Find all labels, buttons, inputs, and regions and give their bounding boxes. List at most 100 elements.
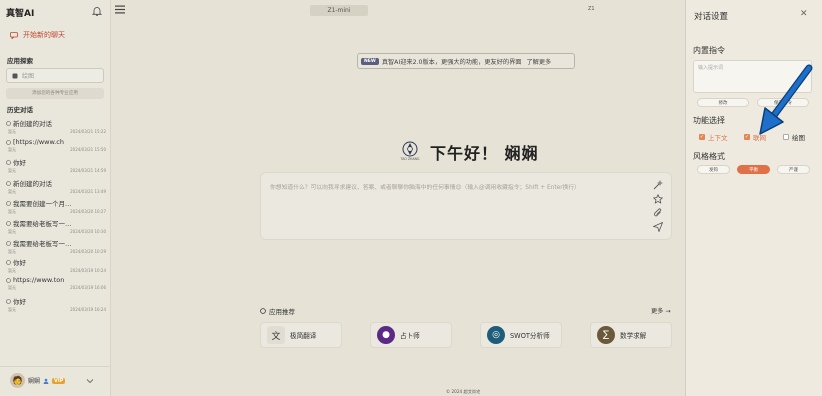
history-item[interactable]: 我需要给老板写一… 暂无 2024/03/20 10:29 [6, 238, 106, 258]
circle-icon [260, 308, 266, 314]
star-icon[interactable] [653, 194, 663, 204]
history-sub: 暂无 [8, 268, 16, 273]
history-sub: 暂无 [8, 189, 16, 194]
menu-icon[interactable] [115, 5, 125, 14]
feature-label: 上下文 [708, 134, 728, 142]
history-item[interactable]: 新创建的对话 暂无 2024/03/21 15:22 [6, 118, 106, 138]
logo-caption: TAO ZHANG [400, 157, 420, 161]
history-title: 新创建的对话 [13, 120, 52, 128]
history-item-title-row: 你好 [6, 157, 106, 167]
history-title: 我需要创建一个月… [13, 200, 72, 208]
history-icon [6, 139, 11, 145]
paperclip-icon[interactable] [653, 208, 663, 218]
history-icon [6, 298, 11, 304]
model-tag: Z1 [588, 6, 595, 12]
history-title: 你好 [13, 259, 26, 267]
history-sub: 暂无 [8, 209, 16, 214]
user-bar[interactable]: 🧑 娴娴 VIP [0, 366, 110, 394]
history-item-title-row: 我需要给老板写一… [6, 218, 106, 228]
context-checkbox[interactable]: ✓ 上下文 [699, 132, 728, 142]
close-icon[interactable]: ✕ [800, 9, 808, 19]
chat-input-placeholder: 你想知道什么？可以向我寻求建议、答案、或者聊聊你脑海中的任何事情😊（输入@调用收… [270, 185, 580, 191]
checkbox-checked-icon: ✓ [744, 134, 750, 140]
history-time: 2024/03/21 15:50 [70, 147, 106, 152]
history-time: 2024/03/21 14:59 [70, 168, 106, 173]
history-title: [https://www.ch [13, 138, 64, 146]
history-sub: 暂无 [8, 307, 16, 312]
new-chat-button[interactable]: 开始新的聊天 [10, 30, 65, 40]
avatar: 🧑 [10, 373, 25, 388]
features-label: 功能选择 [693, 116, 725, 125]
app-section-title: 应用探索 [7, 57, 33, 65]
instructions-placeholder: 输入提示词 [698, 65, 724, 71]
history-icon [6, 220, 11, 226]
history-meta: 暂无 2024/03/19 16:06 [6, 285, 106, 291]
style-option-precise[interactable]: 严谨 [777, 165, 810, 174]
app-card-swot[interactable]: ◎ SWOT分析师 [480, 322, 562, 348]
announcement-banner[interactable]: NEW 真智AI迎来2.0版本，更强大的功能，更友好的界面 了解更多 [357, 53, 575, 69]
style-option-creative[interactable]: 发钩 [697, 165, 730, 174]
copyright: © 2024 超艾尚宅 [446, 389, 481, 394]
history-meta: 暂无 2024/03/21 15:50 [6, 147, 106, 153]
banner-text: 真智AI迎来2.0版本，更强大的功能，更友好的界面 [381, 58, 522, 66]
more-link[interactable]: 更多 → [651, 306, 671, 315]
model-selector[interactable]: Z1-mini [310, 5, 368, 16]
history-item[interactable]: 你好 暂无 2024/03/19 16:24 [6, 296, 106, 316]
bell-icon[interactable] [92, 6, 102, 16]
history-icon [6, 200, 11, 206]
app-icon [12, 73, 18, 78]
style-option-balanced[interactable]: 平衡 [737, 165, 770, 174]
chat-bubble-icon [10, 31, 18, 39]
app-card-fortune[interactable]: ● 占卜师 [370, 322, 452, 348]
history-sub: 暂无 [8, 285, 16, 290]
new-badge: NEW [361, 57, 379, 65]
history-icon [6, 259, 11, 265]
history-meta: 暂无 2024/03/21 13:49 [6, 189, 106, 195]
history-icon [6, 240, 11, 246]
history-meta: 暂无 2024/03/20 10:29 [6, 249, 106, 255]
add-app-button[interactable]: 添加您的各种专业应用 [6, 88, 104, 99]
send-icon[interactable] [653, 222, 663, 232]
app-search-placeholder: 绘图 [22, 73, 35, 80]
history-title: 我需要给老板写一… [13, 220, 72, 228]
user-name: 娴娴 [28, 378, 41, 385]
app-card-label: 占卜师 [400, 332, 420, 340]
history-sub: 暂无 [8, 129, 16, 134]
history-item[interactable]: https://www.ton 暂无 2024/03/19 16:06 [6, 276, 106, 296]
history-item[interactable]: 你好 暂无 2024/03/21 14:59 [6, 157, 106, 177]
edit-button[interactable]: 修改 [697, 98, 749, 107]
history-item[interactable]: [https://www.ch 暂无 2024/03/21 15:50 [6, 138, 106, 158]
history-icon [6, 120, 11, 126]
history-title: 新创建的对话 [13, 180, 52, 188]
app-card-translate[interactable]: 文 极简翻译 [260, 322, 342, 348]
history-item[interactable]: 我需要给老板写一… 暂无 2024/03/20 10:30 [6, 218, 106, 238]
history-meta: 暂无 2024/03/19 16:24 [6, 307, 106, 313]
history-item[interactable]: 我需要创建一个月… 暂无 2024/03/20 10:27 [6, 198, 106, 218]
recommend-header: 应用推荐 [260, 306, 295, 316]
history-item[interactable]: 新创建的对话 暂无 2024/03/21 13:49 [6, 178, 106, 198]
history-item-title-row: 新创建的对话 [6, 178, 106, 188]
history-time: 2024/03/19 10:24 [70, 268, 106, 273]
translate-icon: 文 [267, 326, 285, 344]
style-label: 风格格式 [693, 152, 725, 161]
app-search-input[interactable]: 绘图 [6, 68, 104, 83]
chevron-down-icon[interactable] [86, 378, 94, 384]
app-card-math[interactable]: ∑ 数学求解 [590, 322, 672, 348]
app-card-label: SWOT分析师 [510, 332, 550, 340]
history-item-title-row: 你好 [6, 257, 106, 267]
brand-title: 真智AI [6, 9, 35, 19]
user-icon [43, 378, 49, 384]
history-meta: 暂无 2024/03/21 14:59 [6, 168, 106, 174]
history-sub: 暂无 [8, 147, 16, 152]
magic-wand-icon[interactable] [653, 180, 663, 190]
history-section-title: 历史对话 [7, 106, 33, 114]
history-time: 2024/03/20 10:30 [70, 229, 106, 234]
learn-more-link[interactable]: 了解更多 [526, 57, 551, 66]
history-item-title-row: 你好 [6, 296, 106, 306]
math-icon: ∑ [597, 326, 615, 344]
history-item[interactable]: 你好 暂无 2024/03/19 10:24 [6, 257, 106, 277]
history-time: 2024/03/21 15:22 [70, 129, 106, 134]
history-time: 2024/03/19 16:24 [70, 307, 106, 312]
annotation-arrow-icon [759, 64, 813, 135]
history-item-title-row: https://www.ton [6, 276, 106, 284]
